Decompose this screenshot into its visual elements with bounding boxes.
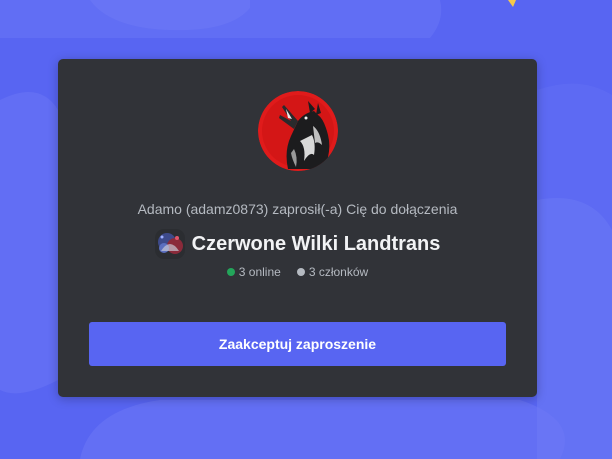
online-dot-icon <box>226 268 235 276</box>
members-stat: 3 członków <box>296 264 369 280</box>
members-dot-icon <box>296 268 305 276</box>
server-name-row: Czerwone Wilki Landtrans <box>58 229 537 259</box>
online-stat: 3 online <box>226 264 281 280</box>
server-stats: 3 online 3 członków <box>58 264 537 280</box>
howling-wolf-icon <box>258 91 338 171</box>
member-count: 3 członków <box>308 265 369 279</box>
server-icon-small <box>154 229 185 259</box>
server-emblem-icon <box>154 229 185 259</box>
server-avatar <box>258 91 338 171</box>
server-name: Czerwone Wilki Landtrans <box>191 233 441 255</box>
invite-card: Adamo (adamz0873) zaprosił(-a) Cię do do… <box>58 59 537 397</box>
inviter-text: Adamo (adamz0873) zaprosił(-a) Cię do do… <box>137 201 458 217</box>
accept-invite-button[interactable]: Zaakceptuj zaproszenie <box>89 322 506 366</box>
online-count: 3 online <box>238 265 281 279</box>
